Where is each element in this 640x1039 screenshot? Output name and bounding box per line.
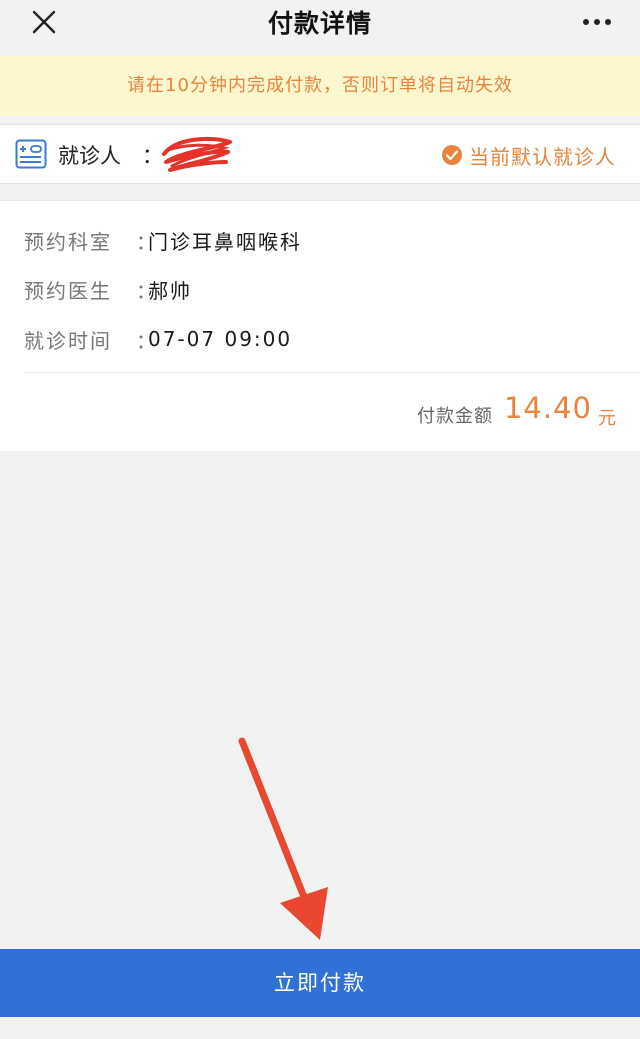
detail-colon: ： (136, 328, 156, 353)
amount-value: 14.40 (503, 391, 592, 425)
detail-colon: ： (136, 229, 156, 254)
visit-time-label: 就诊时间 (24, 328, 112, 353)
detail-colon: ： (136, 278, 156, 303)
patient-card-icon (15, 139, 47, 169)
appointment-details: 预约科室 ： 门诊耳鼻咽喉科 预约医生 ： 郝帅 就诊时间 ： 07-07 09… (0, 200, 640, 451)
payment-timeout-notice: 请在10分钟内完成付款，否则订单将自动失效 (0, 56, 640, 116)
navigation-bar: 付款详情 (0, 0, 640, 56)
annotation-arrow (230, 735, 340, 945)
more-icon (583, 19, 611, 25)
more-button[interactable] (582, 10, 612, 34)
default-patient-text: 当前默认就诊人 (469, 144, 616, 169)
department-row: 预约科室 ： 门诊耳鼻咽喉科 (24, 225, 302, 255)
visit-time-value: 07-07 09:00 (148, 327, 293, 351)
doctor-label: 预约医生 (24, 278, 112, 303)
pay-now-button[interactable]: 立即付款 (0, 949, 640, 1017)
bottom-safe-area (0, 1017, 640, 1039)
doctor-row: 预约医生 ： 郝帅 (24, 274, 192, 304)
divider (24, 372, 640, 373)
visit-time-row: 就诊时间 ： 07-07 09:00 (24, 324, 292, 354)
patient-label: 就诊人 (58, 144, 121, 168)
department-value: 门诊耳鼻咽喉科 (148, 229, 302, 254)
amount-label: 付款金额 (417, 406, 493, 427)
page-title: 付款详情 (267, 9, 372, 38)
redaction-scribble (156, 132, 236, 176)
amount-unit: 元 (598, 408, 616, 429)
default-patient-badge: 当前默认就诊人 (441, 141, 616, 169)
doctor-value: 郝帅 (148, 278, 192, 303)
department-label: 预约科室 (24, 229, 112, 254)
patient-row[interactable]: 就诊人 ： 当前默认就诊人 (0, 124, 640, 184)
check-circle-icon (441, 144, 463, 166)
